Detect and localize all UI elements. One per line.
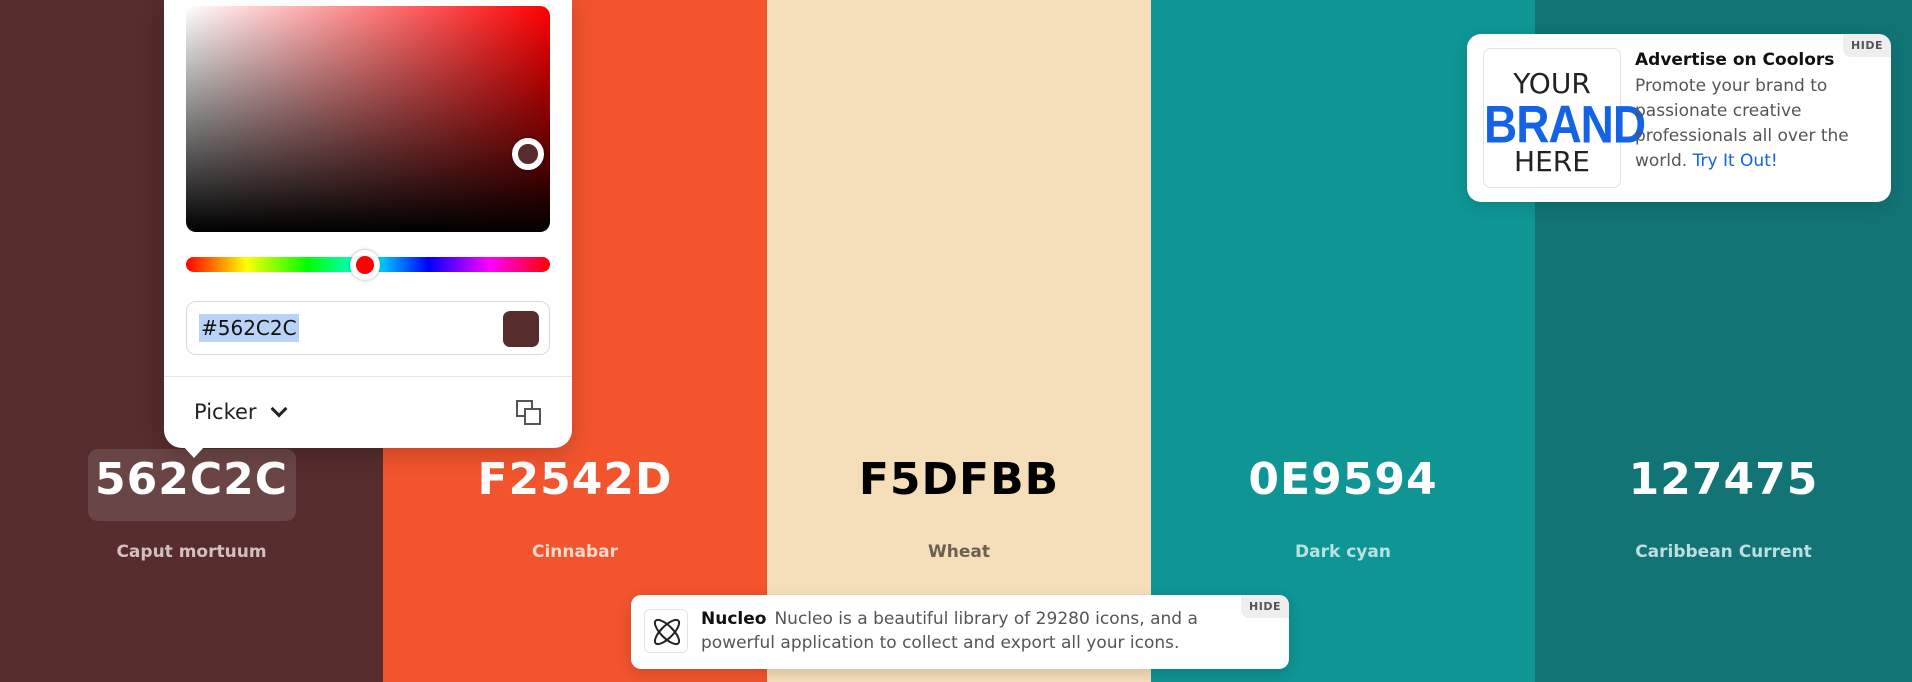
color-name-label[interactable]: Cinnabar	[383, 542, 767, 562]
color-hex-label[interactable]: 0E9594	[1151, 454, 1535, 505]
color-column-3[interactable]: F5DFBB Wheat	[767, 0, 1151, 682]
ad-title[interactable]: Advertise on Coolors	[1635, 50, 1834, 70]
current-color-swatch	[503, 311, 539, 347]
color-name-label[interactable]: Dark cyan	[1151, 542, 1535, 562]
ad-link[interactable]: Try It Out!	[1693, 151, 1778, 171]
saturation-value-handle[interactable]	[512, 138, 544, 170]
ad-logo-line3: HERE	[1514, 145, 1590, 178]
picker-mode-dropdown[interactable]: Picker	[194, 400, 288, 424]
copy-icon[interactable]	[516, 400, 542, 426]
popover-arrow	[183, 446, 205, 458]
notification-message: Nucleo is a beautiful library of 29280 i…	[701, 609, 1198, 653]
color-name-label[interactable]: Wheat	[767, 542, 1151, 562]
ad-brand-logo[interactable]: YOUR BRAND HERE	[1483, 48, 1646, 188]
color-hex-label[interactable]: 562C2C	[0, 454, 383, 505]
notification-brand[interactable]: Nucleo	[701, 609, 766, 629]
notification-hide-button[interactable]: HIDE	[1241, 595, 1289, 618]
color-hex-label[interactable]: F2542D	[383, 454, 767, 505]
ad-body: Promote your brand to passionate creativ…	[1635, 74, 1863, 174]
notification-text: Nucleo Nucleo is a beautiful library of 2…	[701, 607, 1201, 655]
color-hex-label[interactable]: 127475	[1535, 454, 1912, 505]
color-name-label[interactable]: Caput mortuum	[0, 542, 383, 562]
color-name-label[interactable]: Caribbean Current	[1535, 542, 1912, 562]
divider	[164, 376, 572, 377]
hue-slider-handle[interactable]	[350, 250, 380, 280]
ad-hide-button[interactable]: HIDE	[1843, 34, 1891, 57]
hex-input-value[interactable]: #562C2C	[199, 314, 299, 342]
sponsor-notification[interactable]: Nucleo Nucleo is a beautiful library of 2…	[631, 595, 1289, 669]
hex-input-field[interactable]: #562C2C	[186, 301, 550, 355]
color-hex-label[interactable]: F5DFBB	[767, 454, 1151, 505]
saturation-value-area[interactable]	[186, 6, 550, 232]
color-picker-popover: #562C2C Picker	[164, 0, 572, 448]
atom-icon	[644, 609, 688, 653]
ad-card[interactable]: YOUR BRAND HERE Advertise on Coolors Pro…	[1467, 34, 1891, 202]
picker-mode-label: Picker	[194, 400, 257, 424]
chevron-down-icon	[270, 400, 288, 418]
